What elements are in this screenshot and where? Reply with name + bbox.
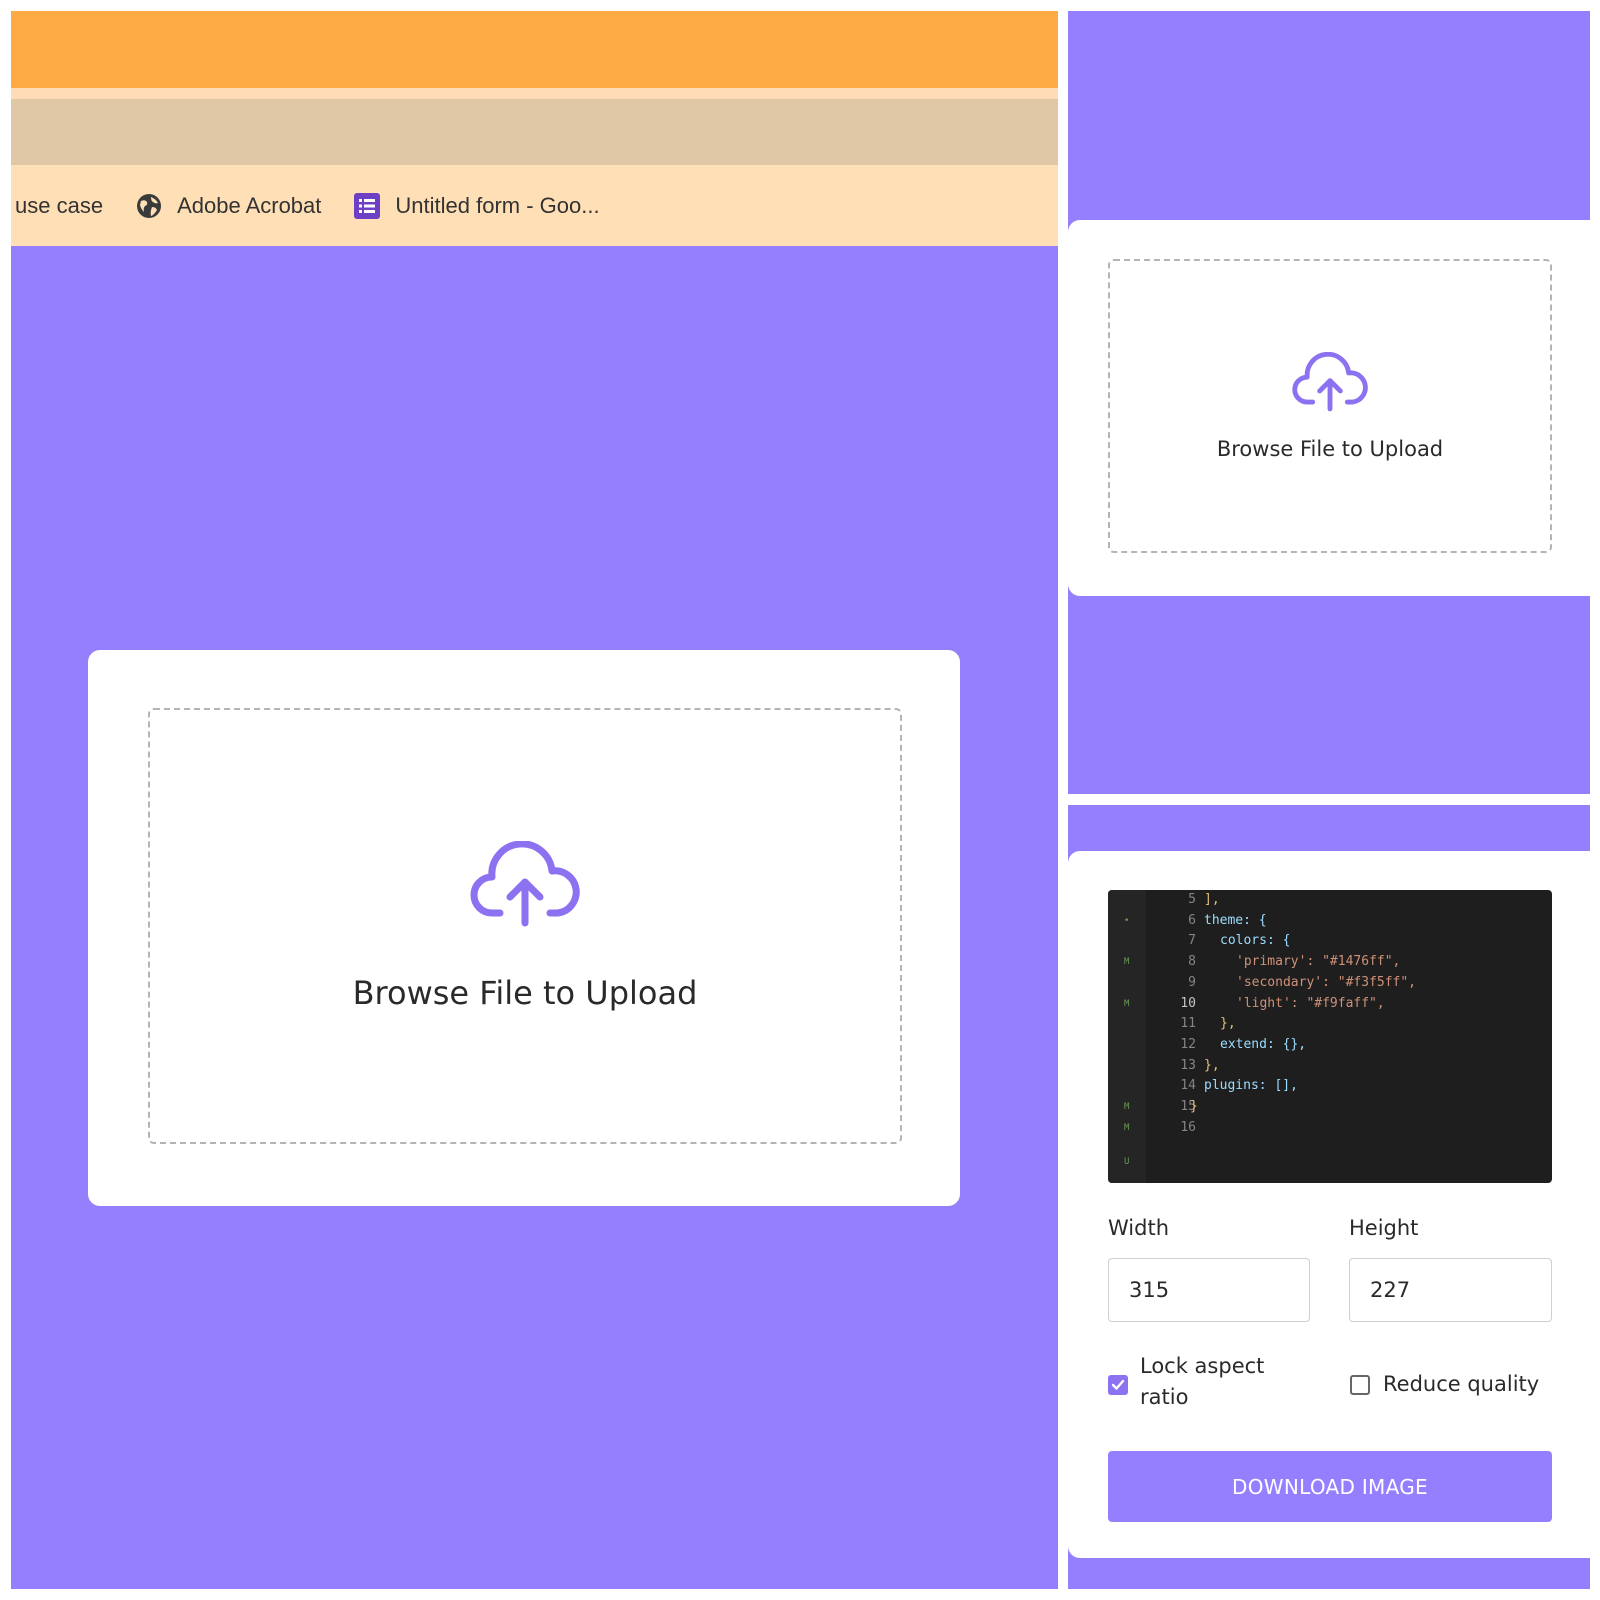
line-number: 11	[1180, 1016, 1196, 1032]
upload-label: Browse File to Upload	[1216, 436, 1444, 461]
line-number: 9	[1188, 974, 1196, 990]
upload-card: Browse File to Upload	[88, 650, 960, 1206]
lock-aspect-label: Lock aspect ratio	[1140, 1351, 1264, 1413]
code-text: ],	[1204, 892, 1220, 907]
lock-aspect-checkbox[interactable]	[1108, 1375, 1128, 1395]
upload-dropzone[interactable]: Browse File to Upload	[148, 708, 902, 1144]
git-status-mark: •	[1124, 915, 1130, 926]
globe-icon	[135, 192, 163, 220]
code-text: theme: {	[1204, 912, 1267, 928]
browser-address-area	[11, 99, 1058, 165]
google-forms-icon	[353, 192, 381, 220]
code-preview-image: 5], • 6 theme: { 7 colors: { M 8 'primary': "#14…	[1108, 890, 1552, 1183]
line-number: 12	[1180, 1036, 1196, 1052]
line-number: 16	[1180, 1119, 1196, 1135]
code-text: },	[1204, 1057, 1220, 1073]
browser-divider	[11, 88, 1058, 99]
code-text: },	[1220, 1016, 1236, 1032]
bookmark-untitled-form[interactable]: Untitled form - Goo...	[353, 165, 600, 246]
download-image-button[interactable]: DOWNLOAD IMAGE	[1108, 1451, 1552, 1522]
line-number: 13	[1180, 1057, 1196, 1073]
line-number: 14	[1180, 1078, 1196, 1094]
resize-card: 5], • 6 theme: { 7 colors: { M 8 'primary': "#14…	[1068, 851, 1590, 1558]
reduce-quality-checkbox[interactable]	[1350, 1375, 1370, 1395]
bookmark-use-case[interactable]: use case	[15, 165, 103, 246]
cloud-upload-icon	[1292, 351, 1368, 417]
lock-aspect-label-line2: ratio	[1140, 1385, 1189, 1409]
line-number: 8	[1188, 954, 1196, 970]
git-status-mark: U	[1124, 1157, 1130, 1167]
git-status-mark: M	[1124, 1102, 1130, 1112]
bookmark-label: use case	[15, 192, 104, 218]
browser-screenshot-panel: use case Adobe Acrobat Untitled form - G…	[11, 11, 1058, 1589]
reduce-quality-label: Reduce quality	[1383, 1372, 1540, 1396]
upload-label: Browse File to Upload	[352, 973, 698, 1012]
bookmark-label: Untitled form - Goo...	[395, 192, 600, 218]
line-number: 10	[1180, 995, 1196, 1011]
line-number: 5	[1188, 892, 1196, 907]
width-input[interactable]: 315	[1108, 1258, 1310, 1322]
lock-aspect-label-line1: Lock aspect	[1140, 1354, 1265, 1378]
git-status-mark: M	[1124, 1122, 1130, 1133]
browser-top-bar	[11, 11, 1058, 88]
height-label: Height	[1349, 1216, 1419, 1240]
editor-gutter	[1108, 890, 1146, 1183]
height-input[interactable]: 227	[1349, 1258, 1552, 1322]
code-text: extend: {},	[1220, 1036, 1307, 1052]
upload-dropzone[interactable]: Browse File to Upload	[1108, 259, 1552, 553]
bookmarks-bar: use case Adobe Acrobat Untitled form - G…	[11, 165, 1058, 246]
upload-panel-small: Browse File to Upload	[1068, 11, 1590, 794]
checkmark-icon	[1111, 1379, 1125, 1390]
code-text: 'primary': "#1476ff",	[1236, 954, 1401, 970]
page-content: Browse File to Upload	[11, 246, 1058, 1589]
code-text: 'light': "#f9faff",	[1236, 995, 1385, 1011]
upload-card: Browse File to Upload	[1068, 220, 1590, 596]
cloud-upload-icon	[470, 839, 580, 932]
line-number: 7	[1188, 933, 1196, 949]
bookmark-label: Adobe Acrobat	[177, 192, 322, 218]
width-label: Width	[1108, 1216, 1170, 1240]
line-number: 6	[1188, 912, 1196, 928]
git-status-mark: M	[1124, 998, 1130, 1009]
resize-panel: 5], • 6 theme: { 7 colors: { M 8 'primary': "#14…	[1068, 805, 1590, 1589]
code-text: colors: {	[1220, 933, 1291, 949]
code-text: 'secondary': "#f3f5ff",	[1236, 974, 1417, 990]
code-text: }	[1190, 1099, 1198, 1114]
code-text: plugins: [],	[1204, 1078, 1298, 1094]
bookmark-adobe-acrobat[interactable]: Adobe Acrobat	[135, 165, 321, 246]
git-status-mark: M	[1124, 957, 1130, 968]
